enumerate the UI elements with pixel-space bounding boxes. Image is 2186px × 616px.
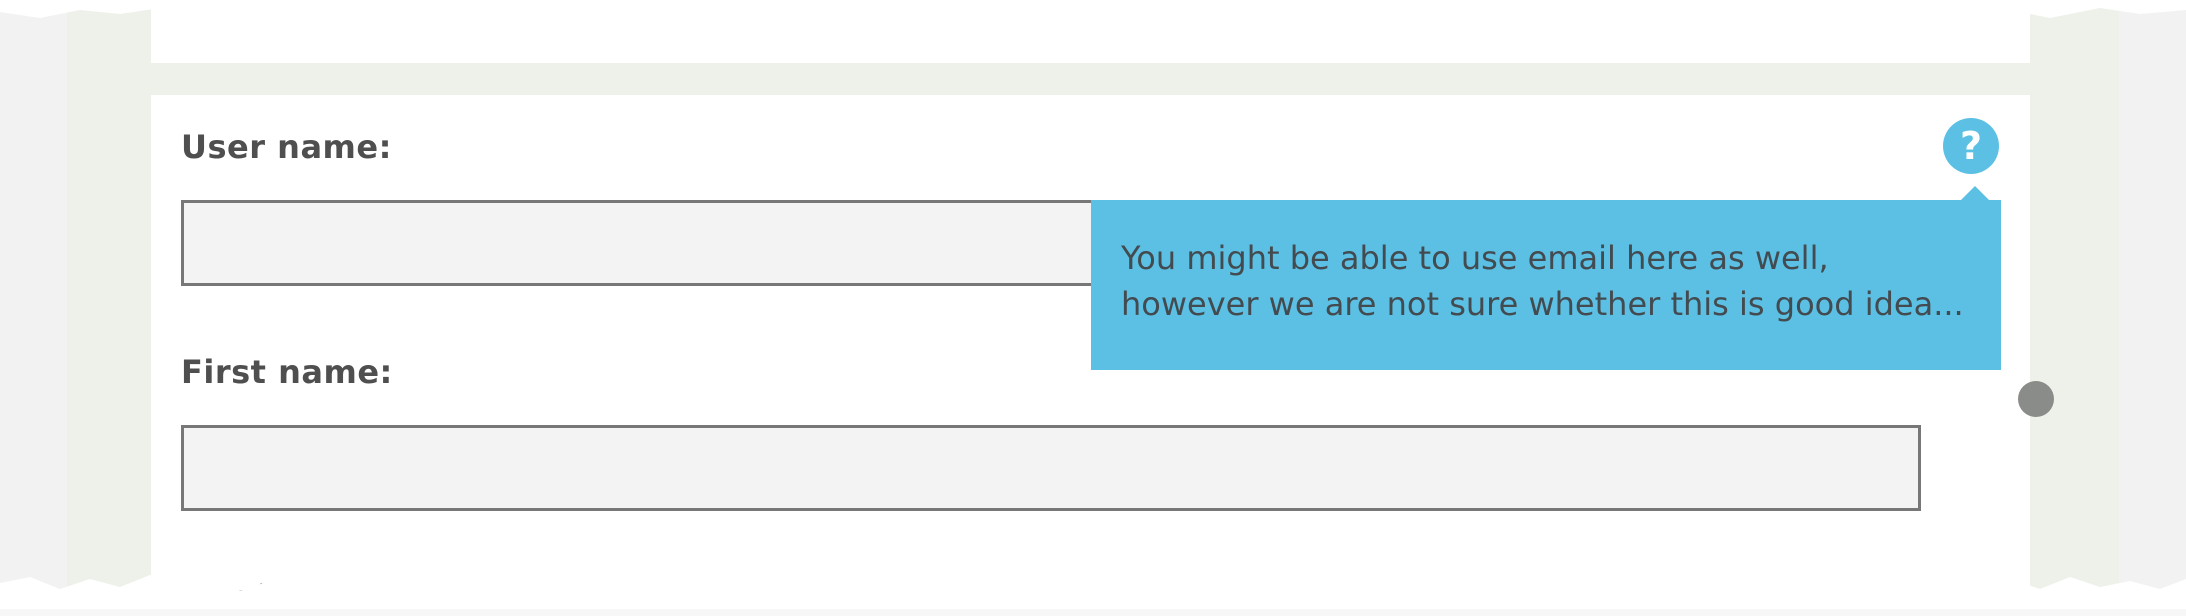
firstname-input[interactable]	[181, 425, 1921, 511]
scroll-indicator[interactable]	[2018, 381, 2054, 417]
torn-top-edge	[0, 0, 2186, 20]
help-tooltip-text: You might be able to use email here as w…	[1121, 239, 1964, 323]
firstname-label: First name:	[181, 353, 393, 391]
username-label: User name:	[181, 128, 392, 166]
help-tooltip: You might be able to use email here as w…	[1091, 200, 2001, 370]
outer-right-margin	[2118, 0, 2186, 609]
help-question-icon[interactable]: ?	[1943, 118, 1999, 174]
outer-left-margin	[0, 0, 68, 609]
torn-bottom-edge	[0, 573, 2186, 609]
tooltip-arrow	[1961, 186, 1989, 200]
